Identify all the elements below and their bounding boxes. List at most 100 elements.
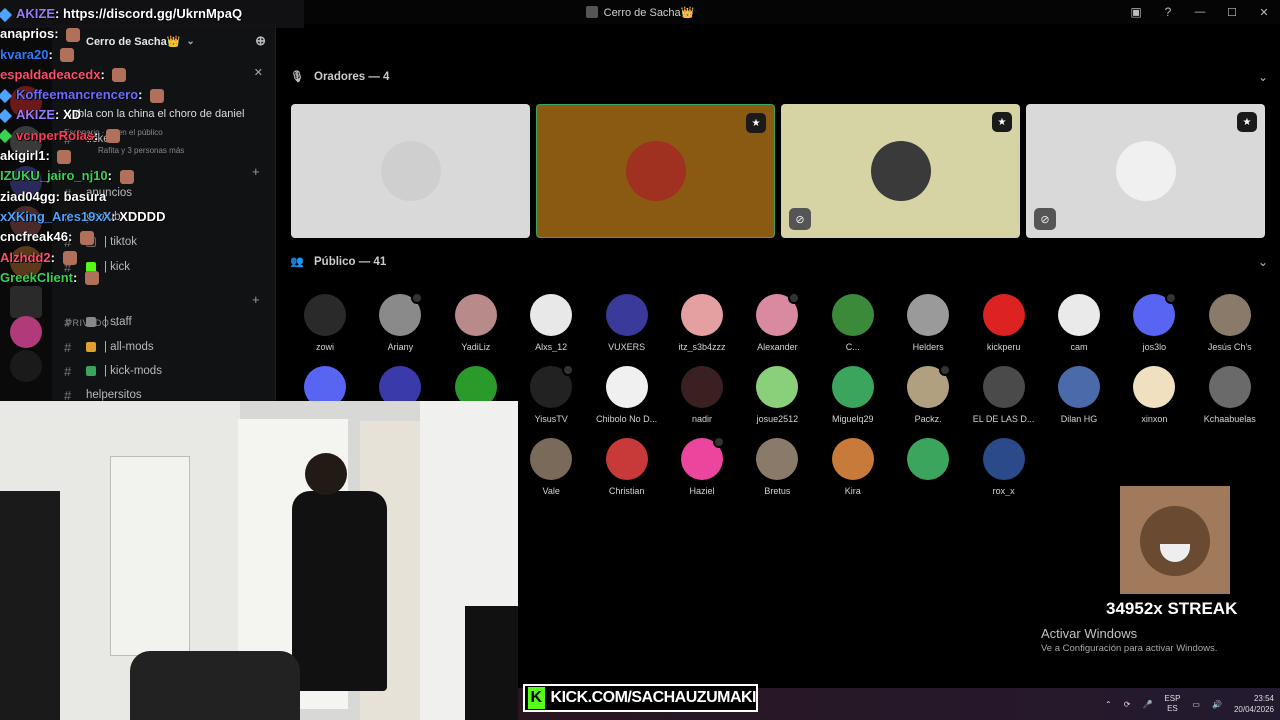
audience-member[interactable]: kickperu [969, 294, 1039, 352]
clock[interactable]: 23:54 20/04/2026 [1234, 693, 1274, 715]
audience-member[interactable]: nadir [667, 366, 737, 424]
audience-member[interactable]: Dilan HG [1044, 366, 1114, 424]
audience-member[interactable]: YisusTV [516, 364, 586, 424]
audience-member[interactable]: Helders [893, 294, 963, 352]
chat-username[interactable]: AKIZE [16, 6, 55, 21]
audience-member[interactable]: itz_s3b4zzz [667, 294, 737, 352]
audience-member[interactable]: Vale [516, 438, 586, 496]
audience-avatar [530, 294, 573, 336]
channel-label: | kick-mods [104, 365, 162, 377]
speaker-tile[interactable]: ★ ⊘ [781, 104, 1020, 238]
chat-username[interactable]: akigirl1 [0, 148, 46, 163]
chevron-down-icon[interactable]: ⌄ [1258, 70, 1268, 84]
chat-username[interactable]: GreekClient [0, 270, 73, 285]
audience-member[interactable]: josue2512 [742, 366, 812, 424]
audience-member[interactable]: Ariany [365, 292, 435, 352]
emote-icon [79, 230, 94, 245]
status-dot [713, 436, 725, 448]
channel-item[interactable]: # | staff [64, 311, 264, 333]
audience-header[interactable]: 👥 Público — 41 [290, 255, 387, 269]
audience-member[interactable]: YadiLiz [441, 294, 511, 352]
speaker-tile[interactable] [291, 104, 530, 238]
audience-member[interactable]: rox_x [969, 438, 1039, 496]
audience-member[interactable]: xinxon [1119, 366, 1189, 424]
audience-name: jos3lo [1142, 342, 1167, 352]
kick-url: KICK.COM/SACHAUZUMAKI [550, 689, 757, 706]
audience-member[interactable]: cam [1044, 294, 1114, 352]
chat-separator: : [94, 127, 102, 143]
chat-separator: : [50, 249, 59, 265]
audience-name: Kira [844, 486, 861, 496]
audience-member[interactable]: Packz. [893, 364, 963, 424]
audience-member[interactable]: Alexander [742, 292, 812, 352]
chat-username[interactable]: AKIZE [16, 107, 55, 122]
chat-username[interactable]: ziad04gg [0, 189, 56, 204]
audience-name: zowi [315, 342, 334, 352]
channel-item[interactable]: # | all-mods [64, 336, 264, 358]
window-title: Cerro de Sacha👑 [585, 6, 694, 19]
inbox-icon[interactable]: ▣ [1120, 5, 1152, 19]
server-icon[interactable] [10, 286, 42, 318]
chat-username[interactable]: vcnperRolas [16, 128, 94, 143]
audience-member[interactable]: VUXERS [592, 294, 662, 352]
audience-member[interactable]: zowi [290, 294, 360, 352]
speaker-tile[interactable]: ★ ⊘ [1026, 104, 1265, 238]
audience-member[interactable]: Kira [818, 438, 888, 496]
badge-icon [0, 129, 13, 144]
audience-member[interactable]: Jesús Ch's [1195, 294, 1265, 352]
speaker-tile[interactable]: ★ [536, 104, 775, 238]
audience-member[interactable]: Bretus [742, 438, 812, 496]
close-button[interactable]: ✕ [1248, 6, 1280, 19]
microphone-icon[interactable]: 🎤 [1142, 700, 1152, 709]
chat-username[interactable]: kvara20 [0, 47, 48, 62]
server-icon[interactable] [10, 350, 42, 382]
audience-member[interactable] [893, 438, 963, 486]
audience-name: YisusTV [534, 414, 568, 424]
chat-username[interactable]: espaldadeacedx [0, 67, 100, 82]
bag-pile [130, 651, 300, 720]
audience-member[interactable]: jos3lo [1119, 292, 1189, 352]
chat-username[interactable]: cncfreak46 [0, 229, 68, 244]
emote-icon [60, 48, 75, 63]
emote-icon [84, 271, 99, 286]
audience-avatar [982, 366, 1025, 408]
channel-item[interactable]: # | kick-mods [64, 360, 264, 382]
audience-member[interactable]: Christian [592, 438, 662, 496]
chat-username[interactable]: xXKing_Ares19xX [0, 209, 111, 224]
audience-member[interactable]: EL DE LAS D... [969, 366, 1039, 424]
volume-icon[interactable]: 🔊 [1212, 700, 1222, 709]
chat-message: xXKing_Ares19xX: XDDDD [0, 207, 300, 227]
server-icon[interactable] [10, 316, 42, 348]
audience-member[interactable]: Alxs_12 [516, 294, 586, 352]
audience-member[interactable]: Haziel [667, 436, 737, 496]
language-indicator[interactable]: ESP ES [1164, 694, 1180, 714]
chat-username[interactable]: anaprios [0, 26, 54, 41]
chat-message: ziad04gg: basura [0, 187, 300, 207]
minimize-button[interactable]: — [1184, 6, 1216, 18]
activate-windows-title: Activar Windows [1041, 626, 1138, 641]
streak-image [1120, 486, 1230, 594]
chat-username[interactable]: IZUKU_jairo_nj10 [0, 168, 108, 183]
chat-message: espaldadeacedx: [0, 65, 300, 85]
audience-member[interactable]: Chibolo No D... [592, 366, 662, 424]
audience-title: Público — 41 [314, 255, 387, 268]
help-icon[interactable]: ? [1152, 5, 1184, 19]
add-channel-icon[interactable]: + [252, 292, 260, 307]
muted-mic-icon: ⊘ [789, 208, 811, 230]
audience-member[interactable]: Kchaabuelas [1195, 366, 1265, 424]
speakers-header[interactable]: 🎙 Oradores — 4 [290, 70, 389, 84]
chevron-down-icon[interactable]: ⌄ [1258, 255, 1268, 269]
audience-name: Vale [542, 486, 560, 496]
audience-member[interactable]: Miguelq29 [818, 366, 888, 424]
chevron-up-icon[interactable]: ⌃ [1105, 700, 1112, 709]
maximize-button[interactable]: ☐ [1216, 6, 1248, 19]
emote-icon [106, 129, 120, 144]
chat-username[interactable]: Alzhdd2 [0, 250, 51, 265]
sync-icon[interactable]: ⟳ [1124, 700, 1131, 709]
audience-avatar [304, 294, 346, 336]
audience-avatar [605, 438, 648, 480]
audience-avatar [681, 294, 723, 336]
chat-username[interactable]: Koffeemancrencero [16, 87, 138, 102]
network-icon[interactable]: ▭ [1192, 700, 1200, 709]
audience-member[interactable]: C... [818, 294, 888, 352]
